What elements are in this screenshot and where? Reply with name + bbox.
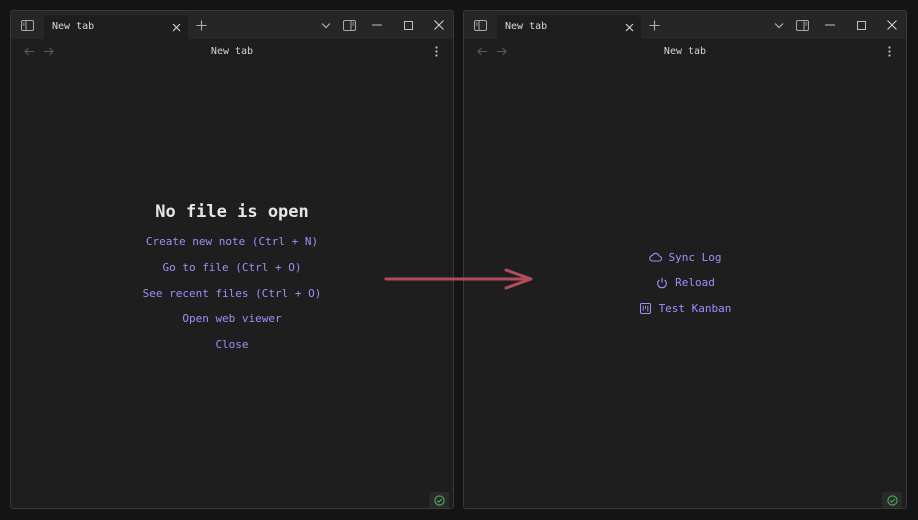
empty-state-title: No file is open <box>155 202 309 222</box>
close-tab-icon[interactable] <box>621 19 637 35</box>
close-window-icon[interactable] <box>884 17 900 33</box>
sync-log-command[interactable]: Sync Log <box>464 250 906 264</box>
left-window: New tab New tab No file is open Create n… <box>10 10 454 509</box>
new-tab-icon[interactable] <box>193 17 209 33</box>
cloud-icon <box>648 251 662 264</box>
sync-status-badge[interactable] <box>429 492 449 508</box>
sidebar-toggle-icon[interactable] <box>19 17 35 33</box>
tab-new-tab[interactable]: New tab <box>497 15 641 39</box>
maximize-icon[interactable] <box>853 17 869 33</box>
minimize-icon[interactable] <box>822 17 838 33</box>
create-new-note-link[interactable]: Create new note (Ctrl + N) <box>11 235 453 249</box>
open-web-viewer-link[interactable]: Open web viewer <box>11 312 453 326</box>
chevron-down-icon[interactable] <box>771 17 787 33</box>
right-sidebar-toggle-icon[interactable] <box>341 17 357 33</box>
check-circle-icon <box>886 494 898 506</box>
more-options-icon[interactable] <box>429 44 443 58</box>
close-link[interactable]: Close <box>11 338 453 352</box>
test-kanban-label: Test Kanban <box>658 301 732 315</box>
sidebar-toggle-icon[interactable] <box>472 17 488 33</box>
title-bar: New tab <box>11 11 453 39</box>
transition-arrow-icon <box>384 268 533 290</box>
check-circle-icon <box>433 494 445 506</box>
test-kanban-command[interactable]: Test Kanban <box>464 301 906 315</box>
tab-title: New tab <box>505 21 548 32</box>
view-header: New tab <box>464 39 906 65</box>
minimize-icon[interactable] <box>369 17 385 33</box>
more-options-icon[interactable] <box>882 44 896 58</box>
maximize-icon[interactable] <box>400 17 416 33</box>
view-title: New tab <box>210 46 254 57</box>
view-header: New tab <box>11 39 453 65</box>
view-title: New tab <box>663 46 707 57</box>
close-window-icon[interactable] <box>431 17 447 33</box>
power-icon <box>655 276 668 289</box>
right-window: New tab New tab Sync Log Reload Test Kan… <box>463 10 907 509</box>
reload-label: Reload <box>675 276 715 290</box>
sync-status-badge[interactable] <box>882 492 902 508</box>
screen: New tab New tab No file is open Create n… <box>0 0 918 520</box>
title-bar: New tab <box>464 11 906 39</box>
kanban-icon <box>639 302 652 315</box>
close-tab-icon[interactable] <box>168 19 184 35</box>
tab-title: New tab <box>52 21 95 32</box>
sync-log-label: Sync Log <box>668 250 722 264</box>
chevron-down-icon[interactable] <box>318 17 334 33</box>
new-tab-icon[interactable] <box>646 17 662 33</box>
right-sidebar-toggle-icon[interactable] <box>794 17 810 33</box>
tab-new-tab[interactable]: New tab <box>44 15 188 39</box>
